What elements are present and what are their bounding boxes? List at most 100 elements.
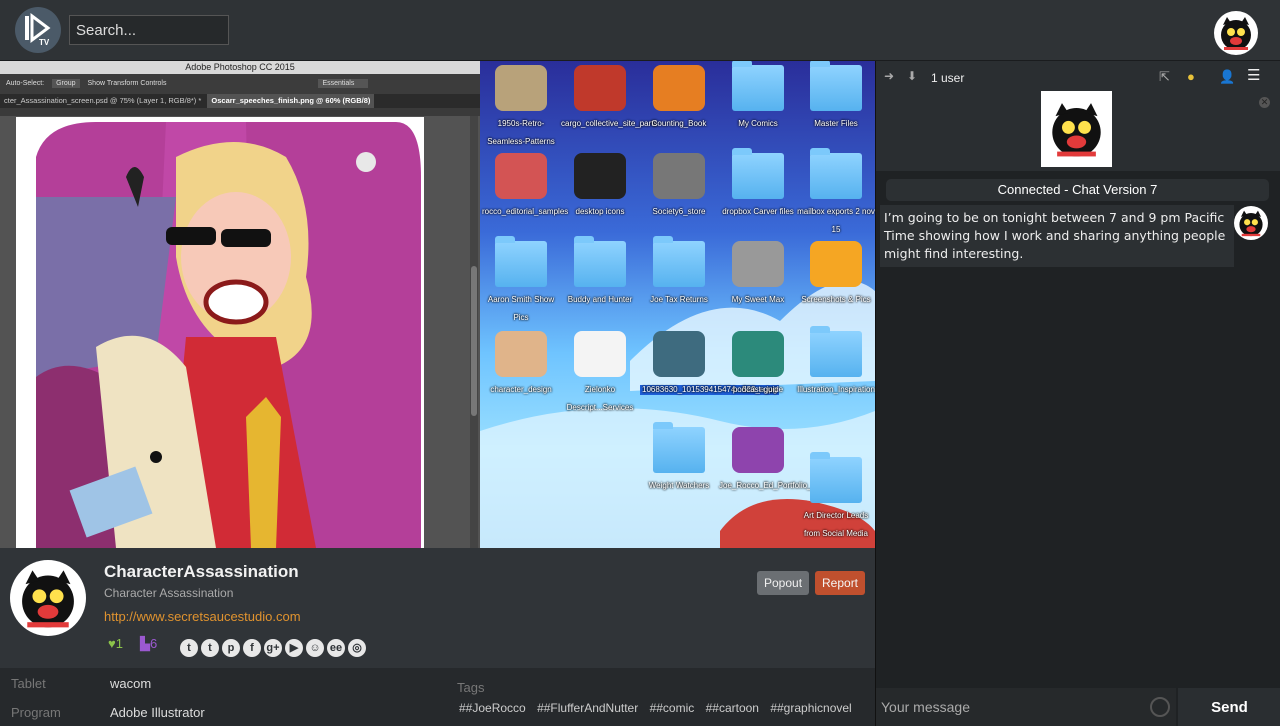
channel-url-link[interactable]: http://www.secretsaucestudio.com: [104, 609, 301, 624]
desktop-icon[interactable]: Art Director Leads from Social Media: [797, 452, 875, 541]
tag-link[interactable]: ##FlufferAndNutter: [537, 701, 638, 715]
message-avatar: [1234, 206, 1268, 240]
social-links: t t p f g+ ▶ ☺ ee ◎: [180, 639, 366, 657]
desktop-icon[interactable]: My Sweet Max: [719, 241, 797, 307]
option-workspace: Essentials: [318, 79, 369, 88]
stream-video[interactable]: Adobe Photoshop CC 2015 Auto-Select: Gro…: [0, 61, 875, 548]
tag-link[interactable]: ##graphicnovel: [770, 701, 851, 715]
program-value: Adobe Illustrator: [110, 705, 205, 720]
desktop-icon-label: mailbox exports 2 nov 15: [797, 207, 875, 234]
desktop-icon[interactable]: Zielonko Descript...Services: [561, 331, 639, 415]
tablet-value: wacom: [110, 676, 152, 691]
desktop-icon[interactable]: Screenshots & Pics: [797, 241, 875, 307]
tag-link[interactable]: ##JoeRocco: [459, 701, 526, 715]
likes-count[interactable]: ♥1: [108, 636, 123, 651]
desktop-icon[interactable]: Joe_Rocco_Ed_Portfolio_2016.pdf: [719, 427, 843, 493]
photoshop-options-bar: Auto-Select: Group Show Transform Contro…: [0, 74, 480, 94]
desktop-icon-label: Weight Watchers: [648, 481, 710, 490]
desktop-icon-label: podcast-guide: [732, 385, 784, 394]
popout-button[interactable]: Popout: [757, 571, 810, 595]
cat-avatar-icon: [22, 570, 74, 628]
file-icon: [732, 427, 784, 473]
tags-list: ##JoeRocco ##FlufferAndNutter ##comic ##…: [459, 701, 860, 715]
desktop-icon-label: Illustration_Inspiration: [797, 385, 875, 394]
twitter-icon[interactable]: t: [201, 639, 219, 657]
chat-message: I’m going to be on tonight between 7 and…: [880, 205, 1234, 267]
folder-icon: [810, 452, 862, 503]
patreon-icon[interactable]: p: [222, 639, 240, 657]
viewers-icon: ▙: [140, 636, 150, 651]
folder-icon: [653, 236, 705, 287]
external-link-icon[interactable]: ⇱: [1159, 69, 1170, 85]
channel-avatar[interactable]: [10, 560, 86, 636]
desktop-icon[interactable]: mailbox exports 2 nov 15: [797, 148, 875, 237]
arrow-right-circle-icon[interactable]: ➜: [884, 69, 894, 83]
chat-host-image: [1041, 91, 1112, 167]
photoshop-ruler: [0, 108, 480, 116]
tags-label: Tags: [457, 680, 485, 695]
desktop-icon[interactable]: 1950s-Retro-Seamless-Patterns: [482, 65, 560, 149]
folder-icon: [574, 236, 626, 287]
chat-message-input[interactable]: [876, 688, 1176, 726]
desktop-icon[interactable]: dropbox Carver files: [719, 148, 797, 219]
desktop-icon[interactable]: Aaron Smith Show Pics: [482, 236, 560, 325]
desktop-icon[interactable]: character_design: [482, 331, 560, 397]
desktop-icon[interactable]: 10683630_101539415474...523_o.jpg: [640, 331, 780, 397]
chat-panel: ➜ ⬇ 1 user ⇱ ● 👤 ☰ ✕ Connected - Chat Ve…: [875, 61, 1280, 726]
desktop-icon[interactable]: Counting_Book: [640, 65, 718, 131]
arrow-down-circle-icon[interactable]: ⬇: [907, 69, 917, 83]
tag-link[interactable]: ##cartoon: [706, 701, 759, 715]
desktop-icon[interactable]: rocco_editorial_samples: [482, 153, 568, 219]
menu-icon[interactable]: ☰: [1247, 66, 1260, 84]
scroll-thumb[interactable]: [471, 266, 477, 416]
desktop-icon[interactable]: Master Files: [797, 61, 875, 131]
smile-icon[interactable]: ☺: [306, 639, 324, 657]
user-icon[interactable]: 👤: [1219, 69, 1235, 85]
desktop-icon[interactable]: Illustration_Inspiration: [797, 326, 875, 397]
desktop-icon[interactable]: Society6_store: [640, 153, 718, 219]
photoshop-scrollbar[interactable]: [470, 116, 478, 548]
cat-avatar-icon: [1052, 103, 1101, 157]
channel-subtitle: Character Assassination: [104, 586, 234, 600]
facebook-icon[interactable]: f: [243, 639, 261, 657]
desktop-icon-label: Joe Tax Returns: [650, 295, 708, 304]
file-icon: [653, 153, 705, 199]
cat-avatar-icon: [1221, 17, 1251, 50]
tablet-label: Tablet: [11, 676, 46, 691]
viewers-count: ▙6: [140, 636, 157, 652]
file-icon: [495, 65, 547, 111]
close-icon[interactable]: ✕: [1259, 97, 1270, 108]
flickr-icon[interactable]: ee: [327, 639, 345, 657]
file-icon: [732, 241, 784, 287]
user-avatar[interactable]: [1214, 11, 1258, 55]
send-button[interactable]: Send: [1178, 688, 1280, 726]
desktop-icon[interactable]: Weight Watchers: [640, 422, 718, 493]
search-input[interactable]: [69, 15, 229, 45]
tumblr-icon[interactable]: t: [180, 639, 198, 657]
top-bar: TV: [0, 0, 1280, 61]
chat-bubble-icon[interactable]: ●: [1187, 69, 1195, 84]
youtube-icon[interactable]: ▶: [285, 639, 303, 657]
desktop-icon-label: desktop icons: [575, 207, 625, 216]
tag-link[interactable]: ##comic: [650, 701, 695, 715]
desktop-icon[interactable]: Joe Tax Returns: [640, 236, 718, 307]
desktop-icon[interactable]: cargo_collective_site_parts: [561, 65, 658, 131]
desktop-icon-label: My Sweet Max: [731, 295, 785, 304]
desktop-icon[interactable]: My Comics: [719, 61, 797, 131]
channel-name: CharacterAssassination: [104, 562, 299, 581]
report-button[interactable]: Report: [815, 571, 866, 595]
desktop-icon[interactable]: podcast-guide: [719, 331, 797, 397]
desktop-icon[interactable]: desktop icons: [561, 153, 639, 219]
desktop-icon-label: Buddy and Hunter: [567, 295, 633, 304]
desktop-icon[interactable]: Buddy and Hunter: [561, 236, 639, 307]
site-logo[interactable]: TV: [15, 7, 61, 53]
oscar-illustration: [16, 117, 424, 548]
google-plus-icon[interactable]: g+: [264, 639, 282, 657]
desktop-area: 1950s-Retro-Seamless-Patterns cargo_colle…: [480, 61, 875, 548]
desktop-icon-label: Aaron Smith Show Pics: [487, 295, 555, 322]
folder-icon: [732, 148, 784, 199]
file-icon: [495, 153, 547, 199]
file-icon: [653, 65, 705, 111]
emoji-icon[interactable]: [1150, 697, 1170, 717]
camera-icon[interactable]: ◎: [348, 639, 366, 657]
